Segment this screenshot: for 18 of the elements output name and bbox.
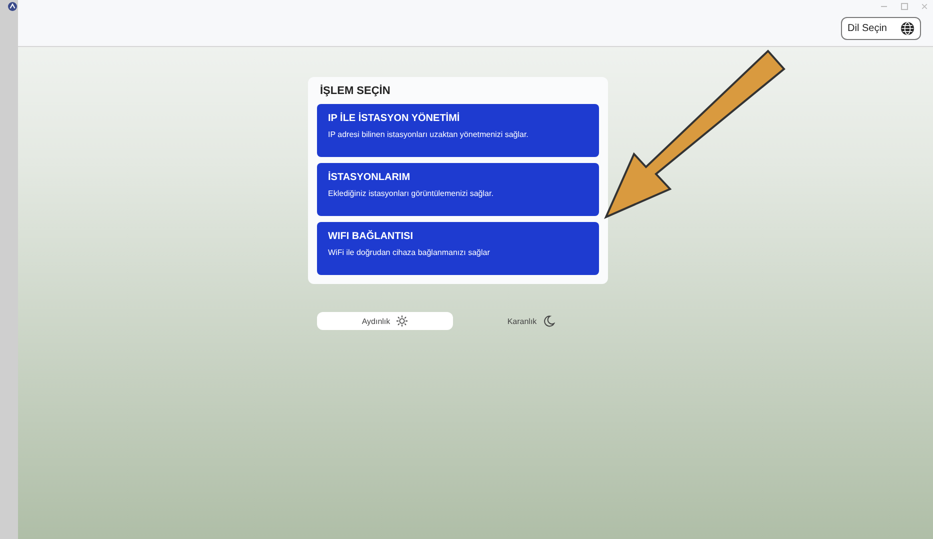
option-title: İSTASYONLARIM (328, 172, 412, 183)
theme-button[interactable]: Karanlık (463, 312, 599, 330)
option-title: IP İLE İSTASYON YÖNETİMİ (328, 113, 461, 124)
restore-icon[interactable] (901, 2, 908, 10)
option-button[interactable]: IP İLE İSTASYON YÖNETİMİ IP adresi bilinen istasyonları uzaktan yönetmenizi sağlar. (317, 104, 599, 157)
sun-icon (396, 315, 408, 327)
option-button[interactable]: İSTASYONLARIM Eklediğiniz istasyonları görüntülemenizi sağlar. (317, 163, 599, 216)
option-description: IP adresi bilinen istasyonları uzaktan yönetmenizi sağlar. (328, 130, 530, 139)
globe-icon (901, 22, 914, 35)
close-icon[interactable] (922, 4, 927, 8)
option-title: WIFI BAĞLANTISI (328, 231, 414, 242)
option-button[interactable]: WIFI BAĞLANTISI WiFi ile doğrudan cihaza bağlanmanızı sağlar (317, 222, 599, 275)
option-description: WiFi ile doğrudan cihaza bağlanmanızı sağlar (328, 248, 491, 257)
language-button[interactable]: Dil Seçin (840, 17, 921, 40)
panel-title: İŞLEM SEÇİN (320, 85, 392, 97)
theme-button[interactable]: Aydınlık (317, 312, 453, 330)
option-description: Eklediğiniz istasyonları görüntülemenizi sağlar. (328, 189, 494, 198)
moon-icon (542, 315, 555, 327)
